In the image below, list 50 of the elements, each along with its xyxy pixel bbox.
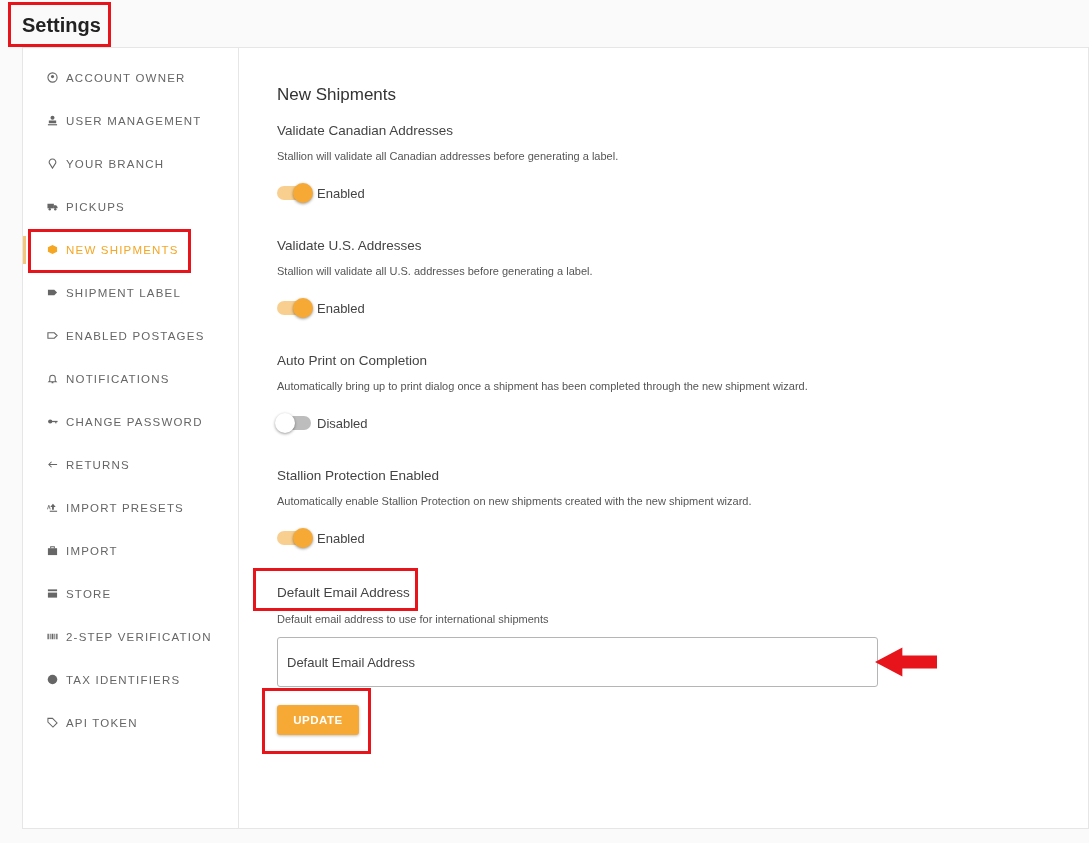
setting-description: Default email address to use for international shipments	[277, 613, 550, 625]
setting-title: Validate Canadian Addresses	[277, 123, 455, 138]
toggle-label: Disabled	[317, 415, 368, 431]
person-icon	[47, 115, 58, 126]
sidebar-item[interactable]: ENABLED POSTAGES	[23, 321, 205, 350]
toggle-switch[interactable]	[277, 416, 311, 430]
bell-icon	[47, 373, 58, 384]
toggle-label: Enabled	[317, 300, 365, 316]
upload-icon	[47, 502, 58, 513]
arrow-left-icon	[47, 459, 58, 470]
truck-icon	[47, 201, 58, 212]
tag-icon	[47, 287, 58, 298]
toggle-label: Enabled	[317, 185, 365, 201]
setting-description: Stallion will validate all U.S. addresses before generating a label.	[277, 265, 594, 277]
sidebar-item[interactable]: IMPORT	[23, 536, 118, 565]
section-heading: New Shipments	[277, 85, 398, 105]
setting-description: Automatically bring up to print dialog once a shipment has been completed through the new shipment wizard.	[277, 380, 809, 392]
sidebar-item[interactable]: RETURNS	[23, 450, 130, 479]
toggle-switch[interactable]	[277, 531, 311, 545]
sidebar-item[interactable]: USER MANAGEMENT	[23, 106, 202, 135]
barcode-icon	[47, 631, 58, 642]
toggle-switch[interactable]	[277, 301, 311, 315]
email-input-field[interactable]: Default Email Address	[277, 637, 878, 687]
sidebar-item[interactable]: PICKUPS	[23, 192, 125, 221]
store-icon	[47, 588, 58, 599]
sidebar-item[interactable]: API TOKEN	[23, 708, 138, 737]
sidebar-item[interactable]: STORE	[23, 579, 112, 608]
setting-title: Auto Print on Completion	[277, 353, 429, 368]
setting-title: Validate U.S. Addresses	[277, 238, 423, 253]
page-title: Settings	[22, 13, 101, 37]
toggle-label: Enabled	[317, 530, 365, 546]
toggle-switch[interactable]	[277, 186, 311, 200]
sidebar-item[interactable]: SHIPMENT LABEL	[23, 278, 181, 307]
setting-description: Stallion will validate all Canadian addresses before generating a label.	[277, 150, 620, 162]
sidebar-item[interactable]: IMPORT PRESETS	[23, 493, 184, 522]
sidebar-item[interactable]: ACCOUNT OWNER	[23, 63, 186, 92]
user-circle-icon	[47, 72, 58, 83]
setting-description: Automatically enable Stallion Protection on new shipments created with the new shipment wizard.	[277, 495, 753, 507]
location-pin-icon	[47, 158, 58, 169]
label-outline-icon	[47, 330, 58, 341]
setting-title: Default Email Address	[277, 585, 410, 600]
sidebar-item[interactable]: NOTIFICATIONS	[23, 364, 170, 393]
setting-title: Stallion Protection Enabled	[277, 468, 441, 483]
sidebar-item[interactable]: 2-STEP VERIFICATION	[23, 622, 212, 651]
sidebar-item[interactable]: TAX IDENTIFIERS	[23, 665, 181, 694]
sidebar-item[interactable]: CHANGE PASSWORD	[23, 407, 203, 436]
sidebar-item[interactable]: YOUR BRANCH	[23, 149, 165, 178]
box-icon	[47, 244, 58, 255]
tag-outline-icon	[47, 717, 58, 728]
briefcase-icon	[47, 545, 58, 556]
